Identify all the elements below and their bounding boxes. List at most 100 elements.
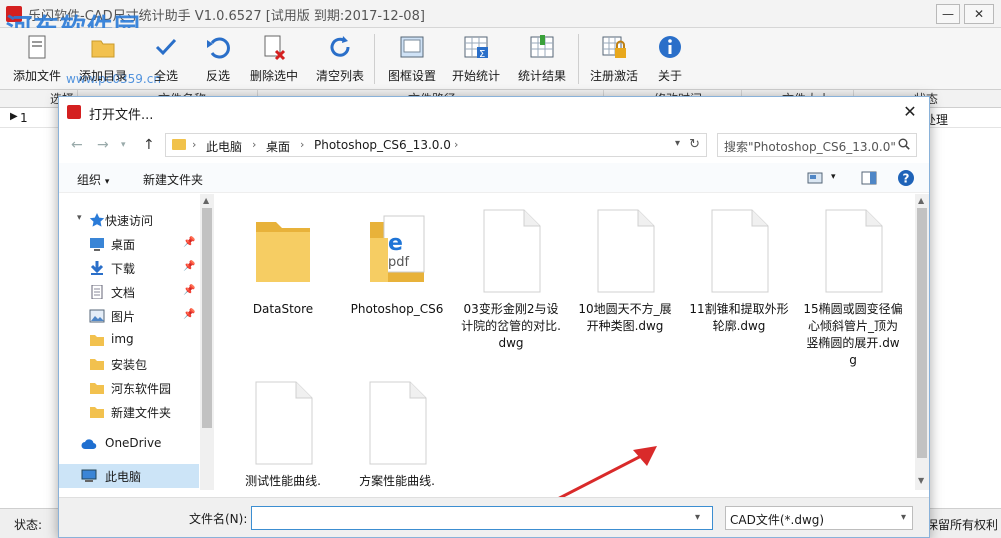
expand-icon[interactable]: ▾ <box>77 213 82 223</box>
main-toolbar: www.pc0359.cn 添加文件 添加目录 全选 反选 删除选中 清空列表 … <box>0 28 1001 90</box>
file-item-dwg[interactable]: 10地圆天不方_展开种类图.dwg <box>575 208 675 335</box>
svg-text:pdf: pdf <box>388 255 410 270</box>
nav-item-pictures[interactable]: 图片 📌 <box>59 304 199 328</box>
breadcrumb-separator: › <box>252 138 257 151</box>
search-input[interactable]: 搜索"Photoshop_CS6_13.0.0" <box>717 133 917 157</box>
recent-dropdown-icon[interactable]: ▾ <box>121 140 126 150</box>
dialog-title-bar: 打开文件... ✕ <box>59 97 929 127</box>
file-name: Photoshop_CS6 <box>350 302 444 316</box>
stats-result-button[interactable]: 统计结果 <box>514 31 570 87</box>
select-all-button[interactable]: 全选 <box>144 31 188 87</box>
pdf-folder-icon: epdf <box>370 215 425 282</box>
new-folder-button[interactable]: 新建文件夹 <box>143 171 203 188</box>
filename-dropdown-icon[interactable]: ▾ <box>695 512 700 523</box>
file-name: 方案性能曲线. <box>359 474 435 488</box>
file-name: 03变形金刚2与设计院的岔管的对比.dwg <box>461 302 561 350</box>
navigation-pane: ▾ 快速访问 桌面 📌 下载 📌 文档 📌 图片 📌 img 安装包 河东软件园… <box>59 194 215 494</box>
breadcrumb-this-pc[interactable]: 此电脑 <box>206 138 242 155</box>
refresh-icon[interactable]: ↻ <box>689 137 700 152</box>
nav-item-new-folder[interactable]: 新建文件夹 <box>59 400 199 424</box>
blank-file-icon <box>597 209 655 293</box>
file-item-dwg[interactable]: 03变形金刚2与设计院的岔管的对比.dwg <box>461 208 561 352</box>
nav-item-install-packages[interactable]: 安装包 <box>59 352 199 376</box>
pin-icon[interactable]: 📌 <box>183 261 195 272</box>
nav-label: 文档 <box>111 286 136 300</box>
file-item-dwg[interactable]: 15椭圆或圆变径偏心倾斜管片_顶为竖椭圆的展开.dwg <box>803 208 903 369</box>
start-stats-label: 开始统计 <box>451 69 500 83</box>
file-item-dwg[interactable]: 方案性能曲线. <box>347 380 447 490</box>
nav-label: 安装包 <box>111 358 148 372</box>
nav-scroll-thumb[interactable] <box>202 208 212 428</box>
minimize-button[interactable]: — <box>936 4 960 24</box>
nav-scrollbar[interactable]: ▲ <box>200 194 214 490</box>
document-icon <box>91 285 103 299</box>
blank-file-icon <box>483 209 541 293</box>
breadcrumb-separator: › <box>300 138 305 151</box>
about-button[interactable]: 关于 <box>650 31 690 87</box>
view-mode-icon[interactable] <box>807 172 823 184</box>
nav-item-quick-access[interactable]: ▾ 快速访问 <box>59 208 199 232</box>
pin-icon[interactable]: 📌 <box>183 309 195 320</box>
file-type-select[interactable]: CAD文件(*.dwg) ▾ <box>725 506 913 530</box>
result-table-icon <box>530 35 554 58</box>
register-label: 注册激活 <box>589 69 638 83</box>
dialog-app-icon <box>67 105 81 119</box>
invert-label: 反选 <box>205 69 230 83</box>
breadcrumb-desktop[interactable]: 桌面 <box>266 138 290 155</box>
add-file-button[interactable]: 添加文件 <box>8 31 66 87</box>
scroll-up-icon[interactable]: ▲ <box>918 196 924 205</box>
refresh-icon <box>330 36 350 57</box>
download-icon <box>90 261 104 275</box>
nav-item-onedrive[interactable]: OneDrive <box>59 432 199 456</box>
scroll-down-icon[interactable]: ▼ <box>918 476 924 485</box>
file-item-photoshop[interactable]: e pdf Photoshop_CS6 <box>347 208 447 318</box>
frame-settings-label: 图框设置 <box>387 69 436 83</box>
back-arrow-icon[interactable]: ← <box>71 137 83 153</box>
register-button[interactable]: 注册激活 <box>586 31 642 87</box>
dialog-close-button[interactable]: ✕ <box>899 101 921 123</box>
nav-item-desktop[interactable]: 桌面 📌 <box>59 232 199 256</box>
delete-selected-button[interactable]: 删除选中 <box>246 31 302 87</box>
view-dropdown-icon[interactable]: ▾ <box>831 172 836 182</box>
up-arrow-icon[interactable]: ↑ <box>143 137 155 153</box>
scroll-up-icon[interactable]: ▲ <box>203 196 209 205</box>
file-scroll-thumb[interactable] <box>917 208 927 458</box>
nav-item-hedong[interactable]: 河东软件园 <box>59 376 199 400</box>
blank-file-icon <box>369 381 427 465</box>
file-type-value: CAD文件(*.dwg) <box>730 513 825 527</box>
delete-selected-label: 删除选中 <box>249 69 298 83</box>
file-scrollbar[interactable]: ▲ ▼ <box>915 194 929 490</box>
nav-item-documents[interactable]: 文档 📌 <box>59 280 199 304</box>
search-placeholder: 搜索"Photoshop_CS6_13.0.0" <box>724 140 896 154</box>
svg-text:e: e <box>388 231 403 256</box>
file-item-dwg[interactable]: 11割锥和提取外形轮廓.dwg <box>689 208 789 335</box>
nav-item-img[interactable]: img <box>59 328 199 352</box>
address-dropdown-icon[interactable]: ▾ <box>675 138 680 149</box>
select-all-label: 全选 <box>153 69 178 83</box>
address-bar[interactable]: › 此电脑 › 桌面 › Photoshop_CS6_13.0.0 › ▾ ↻ <box>165 133 707 157</box>
forward-arrow-icon[interactable]: → <box>97 137 109 153</box>
clear-list-button[interactable]: 清空列表 <box>312 31 368 87</box>
invert-select-button[interactable]: 反选 <box>196 31 240 87</box>
start-stats-button[interactable]: Σ 开始统计 <box>448 31 504 87</box>
preview-pane-icon[interactable] <box>861 171 877 185</box>
nav-item-downloads[interactable]: 下载 📌 <box>59 256 199 280</box>
help-icon[interactable]: ? <box>897 169 915 187</box>
frame-settings-button[interactable]: 图框设置 <box>384 31 440 87</box>
svg-text:Σ: Σ <box>479 49 485 60</box>
organize-button[interactable]: 组织 ▾ <box>77 171 109 188</box>
file-item-datastore[interactable]: DataStore <box>233 208 333 318</box>
breadcrumb-photoshop[interactable]: Photoshop_CS6_13.0.0 <box>314 138 451 152</box>
stats-result-label: 统计结果 <box>517 69 566 83</box>
check-icon <box>155 38 177 56</box>
pin-icon[interactable]: 📌 <box>183 285 195 296</box>
nav-item-this-pc[interactable]: 此电脑 <box>59 464 199 488</box>
file-item-dwg[interactable]: 测试性能曲线. <box>233 380 333 490</box>
filename-input[interactable] <box>251 506 713 530</box>
search-icon[interactable] <box>898 138 910 150</box>
nav-label: img <box>111 332 134 346</box>
add-dir-button[interactable]: 添加目录 <box>74 31 132 87</box>
lock-grid-icon <box>602 36 626 58</box>
close-window-button[interactable]: ✕ <box>964 4 994 24</box>
pin-icon[interactable]: 📌 <box>183 237 195 248</box>
